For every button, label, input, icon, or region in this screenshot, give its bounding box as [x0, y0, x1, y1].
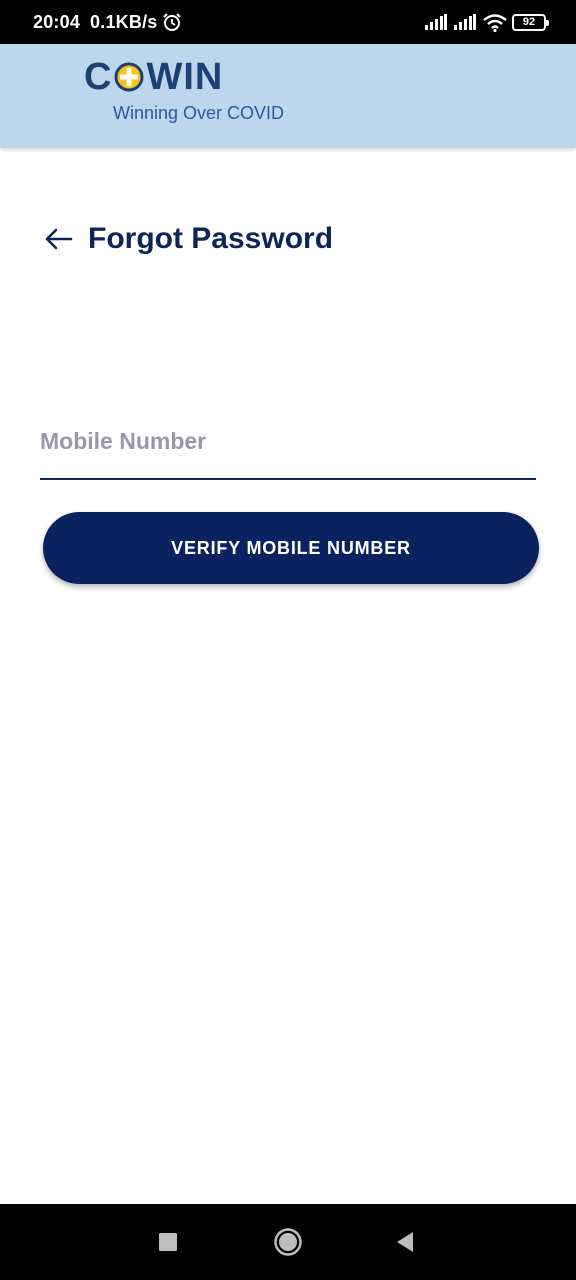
arrow-left-icon [45, 228, 73, 250]
recents-icon [159, 1233, 177, 1251]
back-icon [397, 1232, 413, 1252]
status-right: 92 [425, 0, 549, 44]
status-left: 20:04 0.1KB/s [33, 0, 182, 44]
nav-back-button[interactable] [375, 1204, 435, 1280]
status-bar: 20:04 0.1KB/s 92 [0, 0, 576, 44]
wifi-icon [483, 14, 507, 33]
signal-icon [425, 14, 447, 30]
battery-icon: 92 [512, 13, 549, 31]
title-row: Forgot Password [40, 218, 333, 260]
back-button[interactable] [40, 221, 76, 257]
plus-circle-icon [113, 61, 145, 93]
page-title: Forgot Password [88, 222, 334, 255]
cowin-logo: C WIN [84, 58, 223, 96]
home-icon [274, 1228, 302, 1256]
logo-text-left: C [84, 56, 113, 98]
verify-mobile-number-button[interactable]: VERIFY MOBILE NUMBER [43, 512, 539, 584]
battery-level: 92 [522, 15, 536, 28]
nav-bar [0, 1204, 576, 1280]
alarm-icon [162, 12, 182, 32]
app-header: C WIN Winning Over COVID [0, 44, 576, 148]
recents-button[interactable] [138, 1204, 198, 1280]
mobile-number-input[interactable] [40, 414, 536, 480]
signal-icon [454, 14, 476, 30]
home-button[interactable] [258, 1204, 318, 1280]
status-time: 20:04 [33, 11, 81, 32]
logo-text-right: WIN [146, 56, 224, 98]
tagline: Winning Over COVID [113, 103, 285, 123]
status-net-speed: 0.1KB/s [90, 11, 158, 32]
